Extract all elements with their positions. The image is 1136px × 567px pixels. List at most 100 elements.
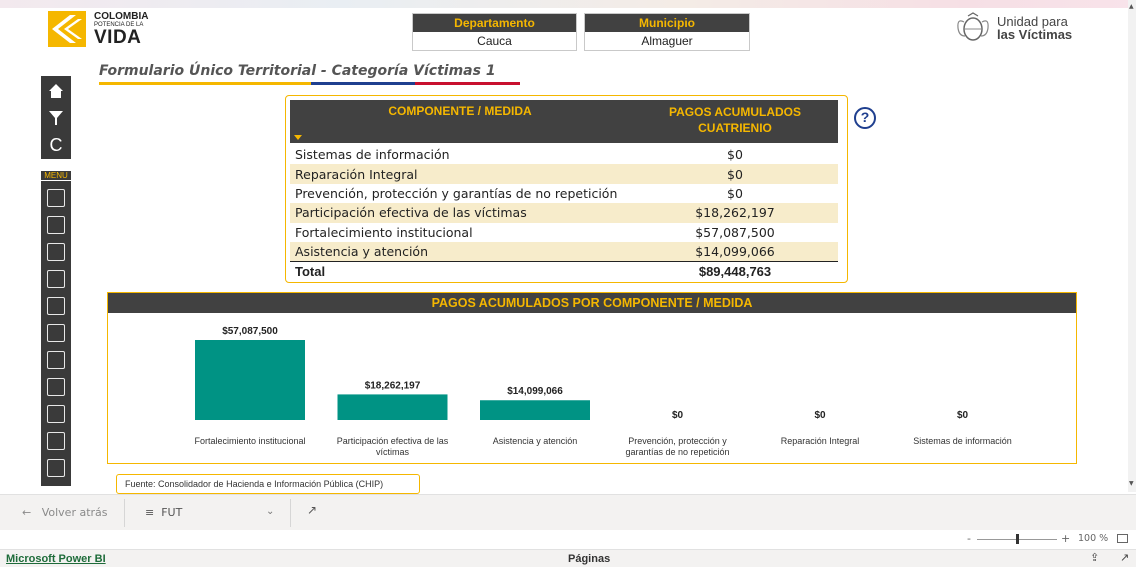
table-row[interactable]: Sistemas de información $0 — [290, 145, 838, 164]
category-label: Participación efectiva de las — [337, 436, 449, 446]
report-icon[interactable] — [47, 351, 65, 369]
back-label: Volver atrás — [41, 506, 108, 519]
row-name: Fortalecimiento institucional — [295, 224, 473, 240]
divider — [290, 499, 291, 527]
row-value: $18,262,197 — [695, 205, 775, 221]
data-label: $57,087,500 — [222, 326, 278, 337]
row-name: Asistencia y atención — [295, 244, 429, 260]
hands-icon[interactable] — [47, 405, 65, 423]
source-note: Fuente: Consolidador de Hacienda e Infor… — [116, 474, 420, 494]
bar[interactable] — [480, 400, 590, 420]
page-label: FUT — [161, 506, 183, 519]
data-label: $0 — [814, 410, 826, 421]
zoom-percent: 100 % — [1078, 533, 1109, 544]
help-icon[interactable]: ? — [854, 107, 876, 129]
population-icon[interactable] — [47, 378, 65, 396]
row-value: $0 — [727, 147, 743, 163]
data-label: $0 — [957, 410, 969, 421]
pages-button[interactable]: Páginas — [568, 553, 610, 565]
menu-label: MENU — [41, 171, 71, 180]
logo-line-colombia: COLOMBIA — [94, 10, 149, 22]
zoom-in-button[interactable]: + — [1061, 532, 1070, 545]
row-name: Sistemas de información — [295, 147, 450, 163]
table-icon[interactable] — [47, 432, 65, 450]
row-name: Reparación Integral — [295, 166, 418, 182]
col-header-componente[interactable]: COMPONENTE / MEDIDA — [290, 104, 630, 118]
bar[interactable] — [337, 394, 448, 420]
row-value: $0 — [727, 166, 743, 182]
municipio-value[interactable]: Almaguer — [585, 32, 749, 50]
form-title: Formulario Único Territorial - Categoría… — [99, 63, 496, 79]
arrow-left-icon: ← — [22, 506, 32, 519]
page-selector[interactable]: ≡ FUT — [145, 506, 182, 519]
vertical-scrollbar[interactable]: ▲ ▼ — [1128, 0, 1136, 492]
zoom-out-button[interactable]: - — [967, 532, 971, 545]
category-label: víctimas — [376, 447, 410, 457]
collapse-icon[interactable]: ↗ — [307, 503, 317, 517]
top-strip — [0, 0, 1136, 8]
bar-chart-panel: PAGOS ACUMULADOS POR COMPONENTE / MEDIDA… — [107, 292, 1077, 464]
back-button[interactable]: ← Volver atrás — [22, 506, 108, 519]
total-label: Total — [295, 264, 326, 280]
row-value: $0 — [727, 185, 743, 201]
zoom-slider-thumb[interactable] — [1016, 534, 1019, 544]
category-label: Asistencia y atención — [493, 436, 578, 446]
total-value: $89,448,763 — [698, 264, 772, 280]
bar-chart: $57,087,500 Fortalecimiento institucional… — [194, 326, 1011, 457]
filter-icon[interactable] — [41, 105, 71, 131]
share-icon[interactable]: ⇪ — [1090, 551, 1099, 564]
coat-of-arms-icon — [957, 12, 989, 41]
unidad-victimas-logo: Unidad para las Víctimas — [955, 12, 1072, 44]
table-header: COMPONENTE / MEDIDA PAGOS ACUMULADOS CUA… — [290, 100, 838, 143]
footer: Microsoft Power BI Páginas ⇪ ↗ — [0, 549, 1136, 567]
category-label: Fortalecimiento institucional — [194, 436, 305, 446]
data-label: $18,262,197 — [365, 380, 421, 391]
power-bi-link[interactable]: Microsoft Power BI — [6, 553, 106, 565]
reset-icon[interactable]: C — [41, 132, 71, 158]
list-icon: ≡ — [145, 506, 155, 519]
col-header-pagos[interactable]: PAGOS ACUMULADOS CUATRIENIO — [635, 104, 835, 136]
chevron-down-icon[interactable]: ⌄ — [266, 506, 274, 517]
page-nav-bar: ← Volver atrás ≡ FUT ⌄ ↗ — [0, 494, 1136, 530]
municipal-map-icon[interactable] — [47, 324, 65, 342]
title-underline — [99, 82, 520, 85]
fullscreen-icon[interactable]: ↗ — [1120, 551, 1129, 564]
home-icon[interactable] — [41, 78, 71, 104]
total-row: Total $89,448,763 — [290, 261, 838, 280]
departamento-value[interactable]: Cauca — [413, 32, 576, 50]
scroll-up-icon[interactable]: ▲ — [1129, 3, 1134, 10]
category-label: Prevención, protección y — [628, 436, 727, 446]
doc-export-icon[interactable] — [47, 459, 65, 477]
data-label: $0 — [672, 410, 684, 421]
table-row[interactable]: Asistencia y atención $14,099,066 — [290, 241, 838, 262]
data-label: $14,099,066 — [507, 386, 563, 397]
top-nav-buttons: C — [41, 76, 71, 159]
departamento-filter[interactable]: Departamento Cauca — [412, 13, 577, 51]
bar-chart-icon[interactable] — [47, 270, 65, 288]
table-row[interactable]: Fortalecimiento institucional $57,087,500 — [290, 223, 838, 242]
municipio-label: Municipio — [585, 14, 749, 32]
chart-title: PAGOS ACUMULADOS POR COMPONENTE / MEDIDA — [108, 293, 1076, 313]
vida-mark-icon — [48, 11, 86, 47]
people-icon[interactable] — [47, 216, 65, 234]
row-name: Prevención, protección y garantías de no… — [295, 185, 618, 201]
map-icon[interactable] — [47, 189, 65, 207]
bar[interactable] — [195, 340, 305, 420]
row-name: Participación efectiva de las víctimas — [295, 205, 527, 221]
category-label: Reparación Integral — [781, 436, 860, 446]
divider — [124, 499, 125, 527]
category-label: garantías de no repetición — [625, 447, 729, 457]
ruv-doc-icon[interactable] — [47, 243, 65, 261]
scroll-down-icon[interactable]: ▼ — [1129, 480, 1134, 487]
fit-to-page-icon[interactable] — [1117, 534, 1128, 543]
table-body: Sistemas de información $0 Reparación Int… — [290, 145, 838, 281]
departamento-label: Departamento — [413, 14, 576, 32]
colombia-vida-logo: COLOMBIA POTENCIA DE LA VIDA — [44, 11, 148, 47]
table-row[interactable]: Participación efectiva de las víctimas $1… — [290, 203, 838, 223]
table-row[interactable]: Prevención, protección y garantías de no… — [290, 184, 838, 203]
sort-arrow-icon[interactable] — [294, 135, 302, 140]
unidad-line2: las Víctimas — [997, 27, 1073, 42]
table-row[interactable]: Reparación Integral $0 — [290, 164, 838, 184]
municipio-filter[interactable]: Municipio Almaguer — [584, 13, 750, 51]
column-chart-icon[interactable] — [47, 297, 65, 315]
